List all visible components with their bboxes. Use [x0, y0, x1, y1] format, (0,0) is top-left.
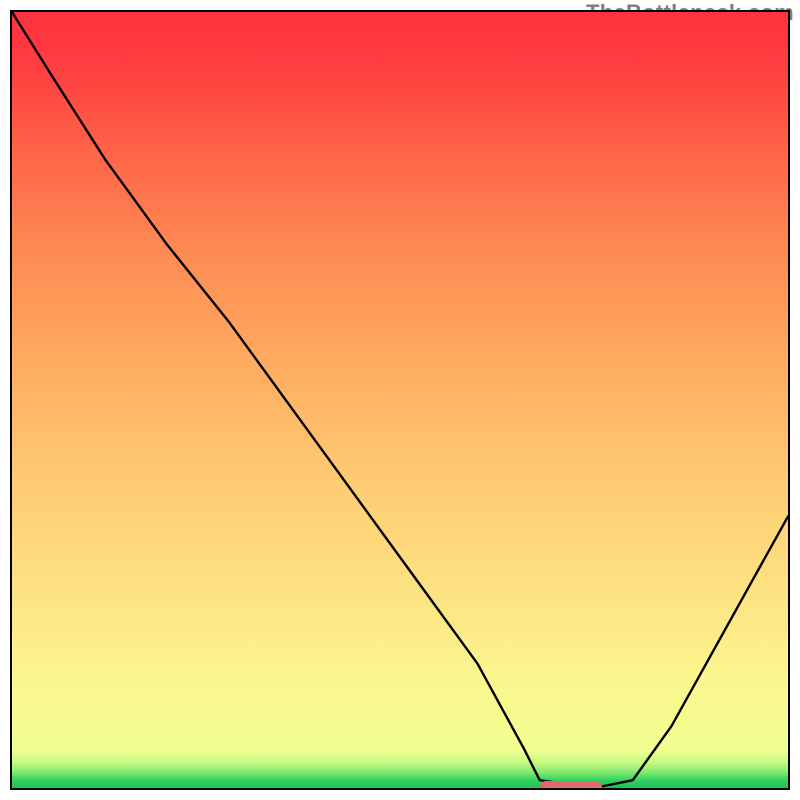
optimal-range-marker	[540, 781, 602, 790]
plot-area	[10, 10, 790, 790]
chart-container: TheBottleneck.com	[0, 0, 800, 800]
curve-svg	[12, 12, 788, 788]
bottleneck-curve	[12, 12, 788, 788]
